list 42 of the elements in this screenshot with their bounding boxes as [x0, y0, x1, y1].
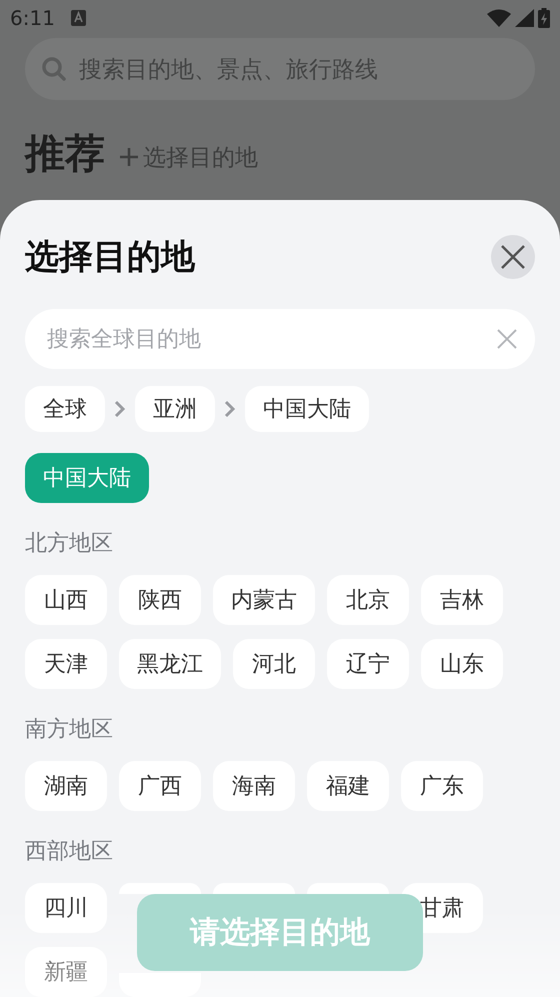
- region-heading: 北方地区: [25, 530, 114, 558]
- region-heading: 西部地区: [25, 838, 114, 866]
- place-chip[interactable]: 广西: [119, 761, 201, 811]
- place-chip[interactable]: [119, 883, 201, 894]
- chevron-right-icon: [224, 400, 236, 418]
- search-icon: [41, 56, 67, 82]
- status-time: 6:11: [10, 6, 55, 30]
- search-bar[interactable]: 搜索全球目的地: [25, 309, 535, 369]
- clear-icon[interactable]: [497, 329, 517, 349]
- place-chip[interactable]: 陕西: [119, 575, 201, 625]
- place-chip[interactable]: 山东: [421, 639, 503, 689]
- chevron-right-icon: [114, 400, 126, 418]
- place-chip[interactable]: 四川: [25, 883, 107, 933]
- place-chip[interactable]: 北京: [327, 575, 409, 625]
- section-title: 推荐: [25, 130, 105, 179]
- place-chip[interactable]: 吉林: [421, 575, 503, 625]
- breadcrumb-chip[interactable]: 全球: [25, 386, 105, 432]
- breadcrumb-chip[interactable]: 亚洲: [135, 386, 215, 432]
- place-chip[interactable]: 湖南: [25, 761, 107, 811]
- wifi-icon: [487, 9, 511, 27]
- signal-icon: [515, 9, 534, 27]
- place-chip[interactable]: 山西: [25, 575, 107, 625]
- region-heading: 南方地区: [25, 716, 114, 744]
- place-chip[interactable]: 河北: [233, 639, 315, 689]
- sheet-title: 选择目的地: [25, 236, 195, 279]
- place-chip[interactable]: [213, 883, 295, 894]
- place-chip[interactable]: 辽宁: [327, 639, 409, 689]
- notification-icon: [70, 10, 86, 26]
- place-chip[interactable]: 新疆: [25, 947, 107, 997]
- place-chip[interactable]: 黑龙江: [119, 639, 221, 689]
- breadcrumb-chip[interactable]: 中国大陆: [245, 386, 369, 432]
- close-icon: [500, 244, 526, 270]
- place-chip[interactable]: 广东: [401, 761, 483, 811]
- place-chip[interactable]: [307, 883, 389, 894]
- close-button[interactable]: [491, 235, 535, 279]
- place-chip[interactable]: 天津: [25, 639, 107, 689]
- place-chip[interactable]: 内蒙古: [213, 575, 315, 625]
- place-chip[interactable]: 福建: [307, 761, 389, 811]
- place-chip[interactable]: 海南: [213, 761, 295, 811]
- battery-icon: [538, 8, 550, 28]
- destination-search-field[interactable]: 搜索全球目的地: [45, 326, 497, 352]
- plus-icon: [119, 147, 139, 167]
